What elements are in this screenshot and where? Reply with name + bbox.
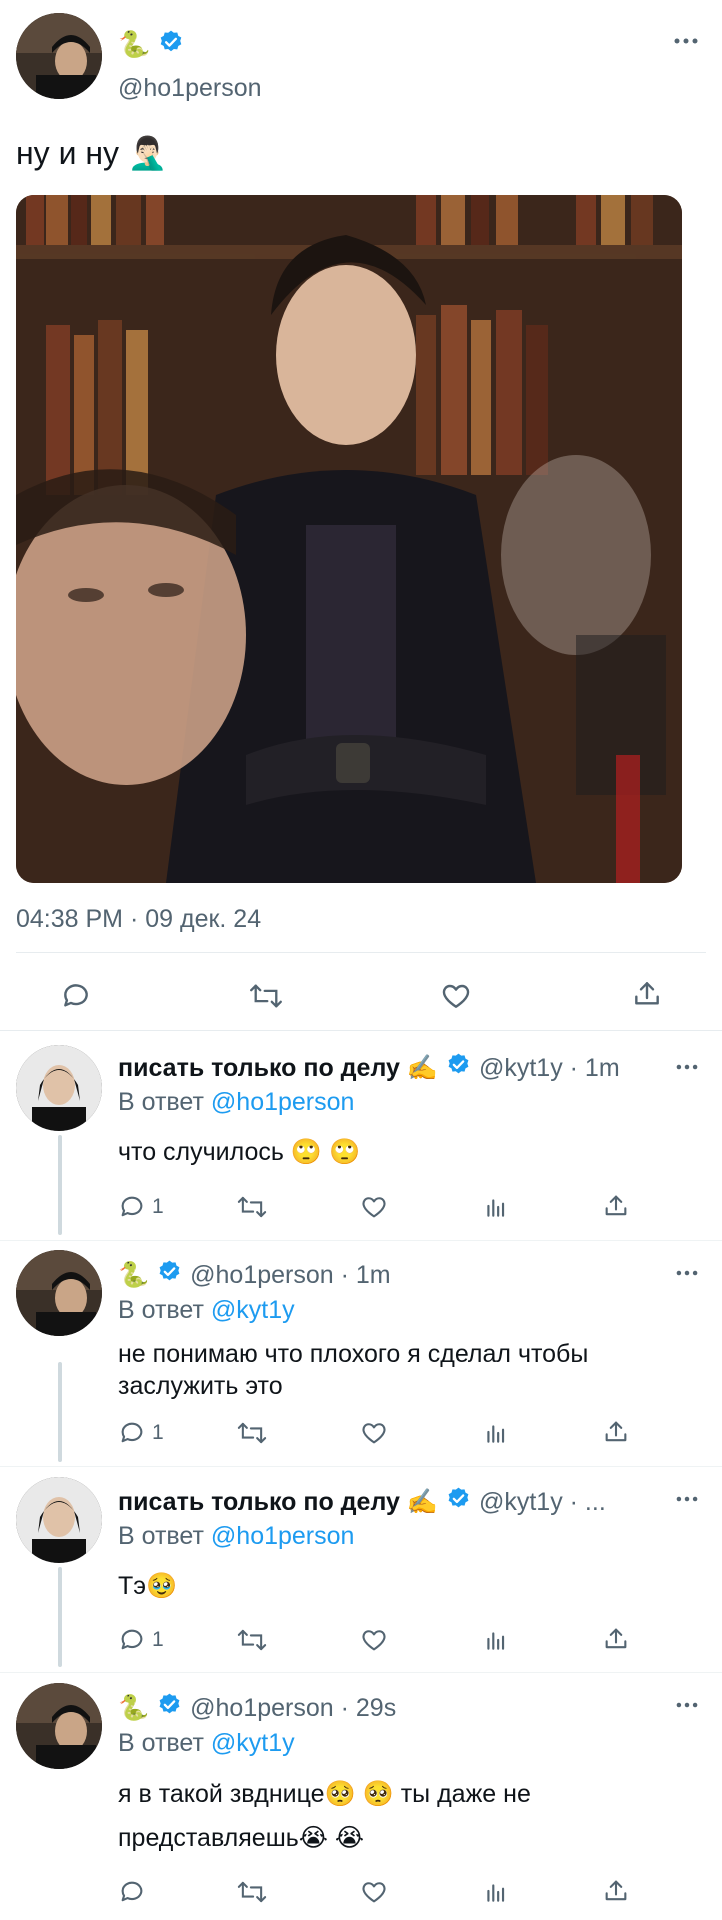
reply-to-line: В ответ @ho1person (118, 1088, 354, 1117)
reply-header: писать только по делу ✍️ @kyt1y · 1m (118, 1052, 620, 1084)
like-icon[interactable] (440, 980, 472, 1012)
reply-display-name[interactable]: писать только по делу ✍️ (118, 1054, 438, 1083)
tweet-media-image[interactable] (16, 195, 682, 883)
views-icon[interactable] (483, 1419, 509, 1447)
verified-badge-icon (157, 1259, 182, 1291)
tweet-timestamp[interactable]: 04:38 PM · 09 дек. 24 (16, 905, 261, 934)
reply-to-line: В ответ @kyt1y (118, 1729, 295, 1758)
views-icon[interactable] (483, 1626, 509, 1654)
reply-handle-time[interactable]: @kyt1y · ... (479, 1488, 606, 1517)
section-divider (0, 1030, 722, 1031)
reply-to-handle[interactable]: @kyt1y (211, 1296, 295, 1324)
reply-to-prefix: В ответ (118, 1296, 204, 1324)
reply-to-line: В ответ @kyt1y (118, 1296, 295, 1325)
reply-handle-time[interactable]: @kyt1y · 1m (479, 1054, 620, 1083)
reply-to-line: В ответ @ho1person (118, 1522, 354, 1551)
more-icon[interactable] (676, 1058, 698, 1076)
verified-badge-icon (157, 1692, 182, 1724)
share-icon[interactable] (631, 978, 663, 1010)
reply-text-line-2: заслужить это (118, 1372, 283, 1400)
reply-count: 1 (152, 1421, 164, 1444)
reply-handle-time[interactable]: @ho1person · 1m (190, 1261, 390, 1290)
retweet-icon[interactable] (236, 1419, 268, 1447)
share-icon[interactable] (602, 1418, 630, 1446)
reply-avatar[interactable] (16, 1477, 102, 1563)
reply-icon (118, 1419, 146, 1447)
reply-to-handle[interactable]: @ho1person (211, 1088, 355, 1116)
retweet-icon[interactable] (236, 1878, 268, 1906)
reply-text: Тэ🥹 (118, 1572, 178, 1600)
reply-to-prefix: В ответ (118, 1729, 204, 1757)
reply-text-line-2: представляешь😭 😭 (118, 1824, 365, 1852)
more-icon[interactable] (676, 1264, 698, 1282)
reply-header: 🐍 @ho1person · 1m (118, 1259, 391, 1291)
verified-badge-icon (158, 29, 184, 60)
more-icon[interactable] (676, 1490, 698, 1508)
reply-text-line-1: я в такой звднице🥺 🥺 ты даже не (118, 1780, 531, 1808)
author-avatar[interactable] (16, 13, 102, 99)
reply-divider (0, 1240, 722, 1241)
more-icon[interactable] (674, 31, 698, 51)
reply-display-name[interactable]: 🐍 (118, 1261, 149, 1290)
reply-count: 1 (152, 1195, 164, 1218)
reply-icon[interactable] (118, 1878, 146, 1906)
reply-to-prefix: В ответ (118, 1522, 204, 1550)
reply-button[interactable]: 1 (118, 1193, 164, 1221)
share-icon[interactable] (602, 1625, 630, 1653)
reply-avatar[interactable] (16, 1683, 102, 1769)
reply-header: писать только по делу ✍️ @kyt1y · ... (118, 1486, 606, 1518)
reply-icon (118, 1626, 146, 1654)
thread-line (58, 1135, 62, 1235)
author-name-row: 🐍 (118, 28, 184, 60)
reply-avatar[interactable] (16, 1045, 102, 1131)
tweet-text: ну и ну 🤦🏻‍♂️ (16, 135, 168, 171)
reply-icon[interactable] (60, 980, 92, 1012)
author-handle[interactable]: @ho1person (118, 74, 262, 103)
like-icon[interactable] (360, 1878, 388, 1906)
reply-handle-time[interactable]: @ho1person · 29s (190, 1694, 396, 1723)
reply-to-handle[interactable]: @ho1person (211, 1522, 355, 1550)
reply-text: что случилось 🙄 🙄 (118, 1138, 361, 1166)
share-icon[interactable] (602, 1877, 630, 1905)
reply-button[interactable]: 1 (118, 1419, 164, 1447)
reply-divider (0, 1672, 722, 1673)
verified-badge-icon (446, 1486, 471, 1518)
thread-line (58, 1567, 62, 1667)
reply-divider (0, 1466, 722, 1467)
reply-count: 1 (152, 1628, 164, 1651)
share-icon[interactable] (602, 1192, 630, 1220)
reply-header: 🐍 @ho1person · 29s (118, 1692, 396, 1724)
reply-to-prefix: В ответ (118, 1088, 204, 1116)
retweet-icon[interactable] (248, 980, 284, 1012)
retweet-icon[interactable] (236, 1193, 268, 1221)
views-icon[interactable] (483, 1878, 509, 1906)
divider (16, 952, 706, 953)
author-display-name[interactable]: 🐍 (118, 29, 150, 60)
retweet-icon[interactable] (236, 1626, 268, 1654)
more-icon[interactable] (676, 1696, 698, 1714)
views-icon[interactable] (483, 1193, 509, 1221)
like-icon[interactable] (360, 1419, 388, 1447)
reply-avatar[interactable] (16, 1250, 102, 1336)
verified-badge-icon (446, 1052, 471, 1084)
thread-line (58, 1362, 62, 1462)
reply-button[interactable]: 1 (118, 1626, 164, 1654)
reply-to-handle[interactable]: @kyt1y (211, 1729, 295, 1757)
reply-icon (118, 1193, 146, 1221)
reply-display-name[interactable]: 🐍 (118, 1694, 149, 1723)
reply-display-name[interactable]: писать только по делу ✍️ (118, 1488, 438, 1517)
like-icon[interactable] (360, 1193, 388, 1221)
like-icon[interactable] (360, 1626, 388, 1654)
reply-text-line-1: не понимаю что плохого я сделал чтобы (118, 1340, 589, 1368)
